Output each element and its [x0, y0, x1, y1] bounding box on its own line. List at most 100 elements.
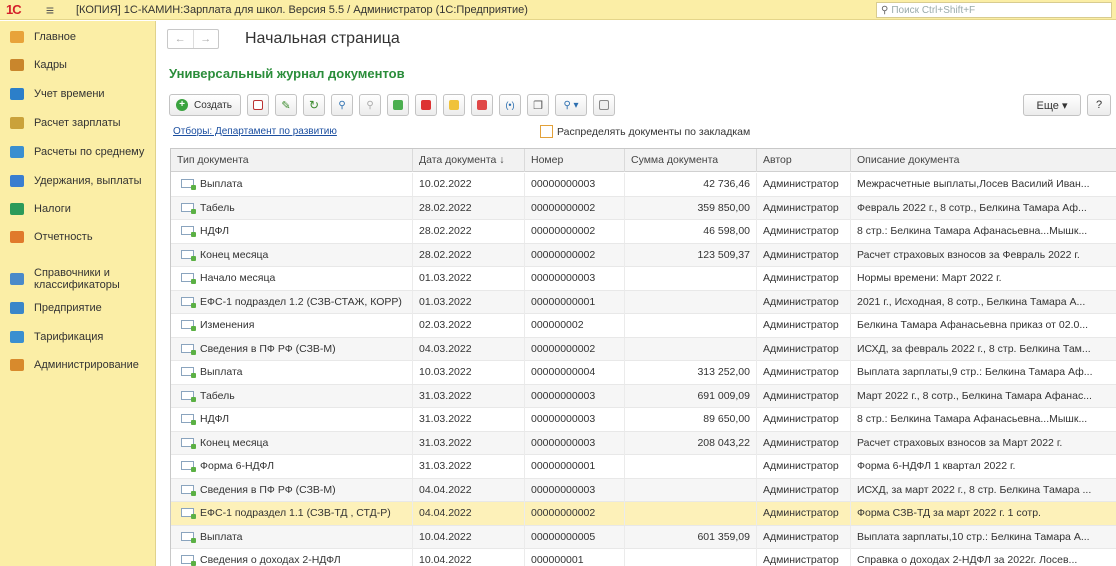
table-cell: Выплата: [171, 173, 413, 196]
table-cell: 2021 г., Исходная, 8 сотр., Белкина Тама…: [851, 291, 1116, 314]
table-row[interactable]: Форма 6-НДФЛ 31.03.2022 00000000001 Админис…: [171, 455, 1116, 479]
table-row[interactable]: Сведения в ПФ РФ (СЗВ-М) 04.04.2022 000000…: [171, 478, 1116, 502]
sidebar-item[interactable]: Справочники и классификаторы: [0, 267, 156, 291]
cell-text: 28.02.2022: [419, 248, 472, 261]
find-button[interactable]: ⚲: [331, 94, 354, 116]
table-cell: [625, 267, 757, 290]
table-cell: [625, 478, 757, 502]
cell-text: Сведения о доходах 2-НДФЛ: [200, 554, 341, 566]
document-icon: [181, 179, 196, 190]
create-button[interactable]: + Создать: [169, 94, 242, 116]
report-button[interactable]: [443, 94, 466, 116]
table-cell: [625, 502, 757, 525]
table-row[interactable]: Табель 28.02.2022 00000000002 359 850,00 Адм…: [171, 196, 1116, 220]
gears-icon: [10, 359, 24, 371]
search-menu-button[interactable]: ⚲ ▾: [555, 94, 588, 116]
table-cell: 00000000003: [525, 267, 625, 290]
table-row[interactable]: НДФЛ 31.03.2022 00000000003 89 650,00 Админи…: [171, 408, 1116, 432]
cell-text: 00000000005: [531, 530, 596, 543]
calculator-icon: [10, 117, 24, 129]
sidebar-item-label: Удержания, выплаты: [34, 175, 142, 187]
table-row[interactable]: Начало месяца 01.03.2022 00000000003 Админи…: [171, 267, 1116, 291]
column-header[interactable]: Дата документа ↓: [413, 149, 525, 172]
table-row[interactable]: Выплата 10.02.2022 00000000003 42 736,46 Адм…: [171, 173, 1116, 197]
sidebar-item[interactable]: Удержания, выплаты: [0, 175, 156, 187]
table-cell: 04.03.2022: [413, 337, 525, 361]
table-row[interactable]: Выплата 10.03.2022 00000000004 313 252,00 Ад…: [171, 361, 1116, 385]
table-row[interactable]: Конец месяца 31.03.2022 00000000003 208 043…: [171, 431, 1116, 455]
document-icon: [181, 273, 196, 284]
table-row[interactable]: НДФЛ 28.02.2022 00000000002 46 598,00 Админи…: [171, 220, 1116, 244]
document-icon: [181, 249, 196, 261]
table-cell: 601 359,09: [625, 525, 757, 549]
more-button[interactable]: Еще ▾: [1023, 94, 1081, 116]
table-cell: Межрасчетные выплаты,Лосев Василий Иван.…: [851, 173, 1116, 196]
column-header[interactable]: Номер: [525, 149, 625, 172]
cell-text: ИСХД, за март 2022 г., 8 стр. Белкина Та…: [857, 483, 1092, 496]
filter-link[interactable]: Отборы: Департамент по развитию: [173, 126, 337, 137]
cell-text: Выплата зарплаты,10 стр.: Белкина Тамара…: [857, 530, 1090, 543]
table-cell: 00000000002: [525, 502, 625, 525]
copy-button[interactable]: [247, 94, 270, 116]
column-header[interactable]: Сумма документа: [625, 149, 757, 172]
settings-button[interactable]: [593, 94, 616, 116]
table-body: Выплата 10.02.2022 00000000003 42 736,46 Адм…: [171, 173, 1116, 566]
sidebar-item-label: Расчет зарплаты: [34, 117, 121, 129]
windows-button[interactable]: ❐: [527, 94, 550, 116]
table-cell: Форма СЗВ-ТД за март 2022 г. 1 сотр.: [851, 502, 1116, 525]
column-header[interactable]: Автор: [757, 149, 851, 172]
cell-text: Белкина Тамара Афанасьевна приказ от 02.…: [857, 319, 1089, 331]
sidebar-item[interactable]: Налоги: [0, 203, 156, 215]
delete-mark-icon: [477, 100, 488, 110]
back-button[interactable]: ←: [168, 30, 194, 48]
distribute-checkbox[interactable]: [540, 125, 553, 138]
table-row[interactable]: ЕФС-1 подраздел 1.1 (СЗВ-ТД , СТД-Р) 04.0…: [171, 502, 1116, 526]
table-row[interactable]: Табель 31.03.2022 00000000003 691 009,09 Адм…: [171, 384, 1116, 408]
cancel-search-button[interactable]: ⚲: [359, 94, 382, 116]
table-cell: 89 650,00: [625, 408, 757, 431]
column-header[interactable]: Тип документа: [171, 149, 413, 172]
sidebar-item-label: Справочники и классификаторы: [34, 267, 120, 291]
cell-text: Администратор: [763, 225, 839, 237]
help-button[interactable]: ?: [1087, 94, 1111, 116]
cell-text: Табель: [200, 389, 235, 402]
sidebar-item-label: Тарификация: [34, 331, 104, 343]
post-button[interactable]: [387, 94, 410, 116]
table-cell: Администратор: [757, 290, 851, 314]
refresh-button[interactable]: ↻: [303, 94, 326, 116]
table-row[interactable]: Изменения 02.03.2022 000000002 Администрато…: [171, 314, 1116, 338]
structure-button[interactable]: (•): [499, 94, 522, 116]
delete-mark-button[interactable]: [471, 94, 494, 116]
sidebar-item[interactable]: Предприятие: [0, 302, 156, 314]
table-row[interactable]: ЕФС-1 подраздел 1.2 (СЗВ-СТАЖ, КОРР) 01.0…: [171, 290, 1116, 314]
unpost-button[interactable]: [415, 94, 438, 116]
sidebar-item[interactable]: Администрирование: [0, 359, 156, 371]
column-header[interactable]: Описание документа: [851, 149, 1116, 172]
edit-button[interactable]: ✎: [275, 94, 298, 116]
table-row[interactable]: Выплата 10.04.2022 00000000005 601 359,09 Ад…: [171, 525, 1116, 549]
table-row[interactable]: Сведения о доходах 2-НДФЛ 10.04.2022 00000…: [171, 549, 1116, 566]
table-row[interactable]: Сведения в ПФ РФ (СЗВ-М) 04.03.2022 000000…: [171, 337, 1116, 361]
sidebar-item[interactable]: Расчеты по среднему: [0, 146, 156, 158]
table-cell: 01.03.2022: [413, 290, 525, 314]
table-cell: Администратор: [757, 478, 851, 502]
sidebar-item[interactable]: Расчет зарплаты: [0, 117, 156, 129]
cell-text: 28.02.2022: [419, 225, 472, 237]
forward-button[interactable]: →: [194, 30, 219, 48]
distribute-toggle[interactable]: Распределять документы по закладкам: [540, 125, 750, 138]
cell-text: Выплата: [200, 366, 243, 378]
table-row[interactable]: Конец месяца 28.02.2022 00000000002 123 509…: [171, 243, 1116, 267]
cell-text: 00000000003: [531, 483, 596, 496]
page-title: Начальная страница: [245, 30, 400, 47]
cell-text: Форма 6-НДФЛ: [200, 460, 274, 472]
sidebar-item[interactable]: Главное: [0, 31, 156, 43]
document-icon: [181, 531, 196, 543]
sidebar-item[interactable]: Тарификация: [0, 331, 156, 343]
table-cell: Администратор: [757, 243, 851, 267]
sidebar-item[interactable]: Отчетность: [0, 231, 156, 243]
global-search-input[interactable]: ⚲ Поиск Ctrl+Shift+F: [876, 2, 1112, 18]
cell-text: НДФЛ: [200, 413, 229, 425]
sidebar-item[interactable]: Учет времени: [0, 88, 156, 100]
hamburger-menu-icon[interactable]: ≡: [40, 2, 60, 18]
sidebar-item[interactable]: Кадры: [0, 59, 156, 71]
